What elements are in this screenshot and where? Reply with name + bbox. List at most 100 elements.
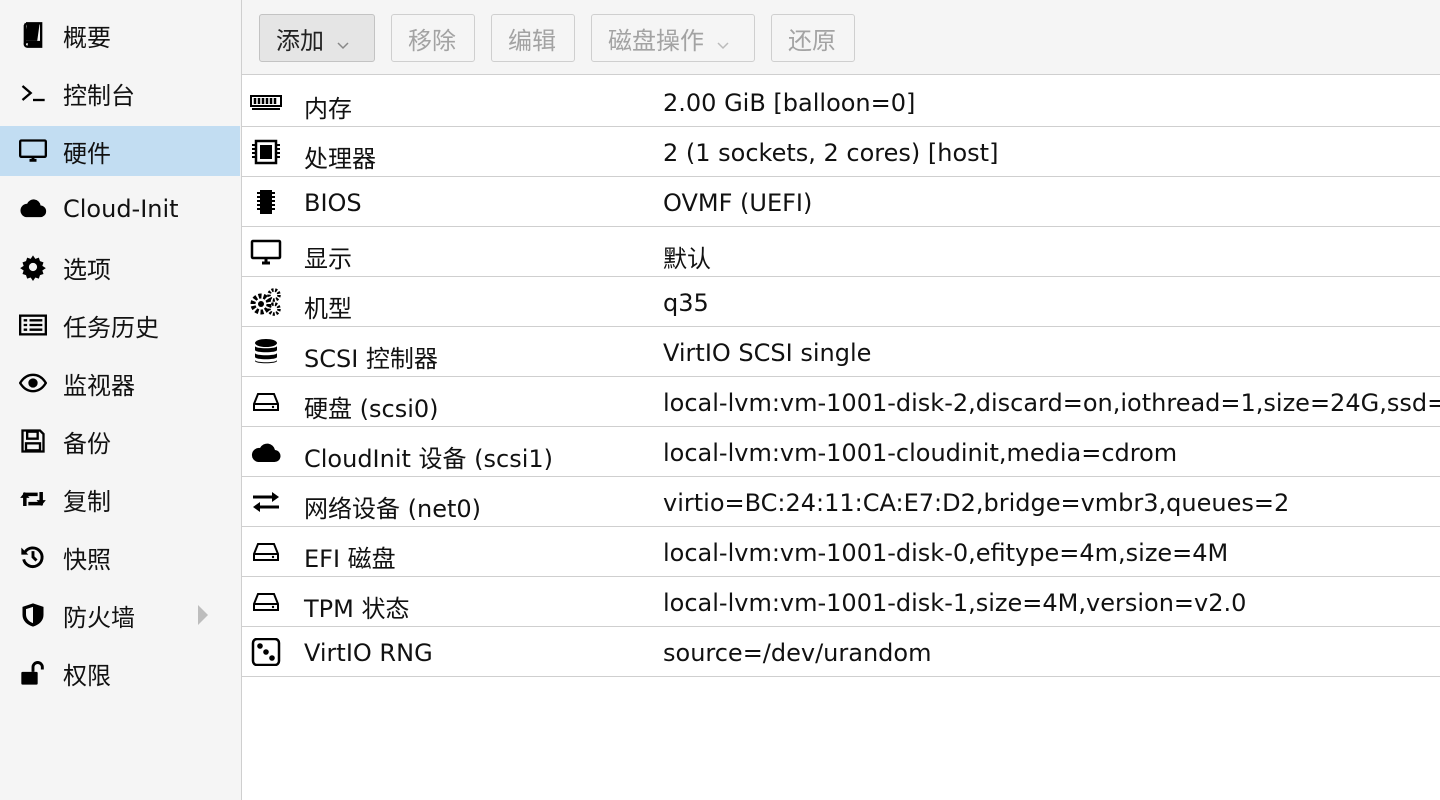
terminal-icon xyxy=(19,79,47,107)
row-value: VirtIO SCSI single xyxy=(663,339,872,367)
sidebar-item-label: 权限 xyxy=(63,661,111,690)
row-value: source=/dev/urandom xyxy=(663,639,932,667)
row-value: local-lvm:vm-1001-cloudinit,media=cdrom xyxy=(663,439,1178,467)
table-row[interactable]: 显示 默认 xyxy=(242,227,1440,277)
monitor-icon xyxy=(19,137,47,165)
sidebar-item-label: 硬件 xyxy=(63,139,111,168)
revert-button[interactable]: 还原 xyxy=(771,14,855,62)
app: 概要 控制台 硬件 Cloud-Init 选项 任务历史 监视器 备份 复制 快… xyxy=(0,0,1440,800)
retweet-icon xyxy=(19,485,47,513)
list-icon xyxy=(19,311,47,339)
sidebar-item-label: 概要 xyxy=(63,23,111,52)
chevron-down-icon xyxy=(716,31,730,50)
sidebar-item-monitor[interactable]: 监视器 xyxy=(0,358,240,408)
table-row[interactable]: CloudInit 设备 (scsi1) local-lvm:vm-1001-c… xyxy=(242,427,1440,477)
microchip-icon xyxy=(250,188,282,216)
cloud-icon xyxy=(19,195,47,223)
book-icon xyxy=(19,21,47,49)
toolbar: 添加 移除 编辑 磁盘操作 还原 xyxy=(242,0,1440,75)
sidebar-item-label: Cloud-Init xyxy=(63,195,179,223)
table-row[interactable]: VirtIO RNG source=/dev/urandom xyxy=(242,627,1440,677)
submenu-arrow-icon xyxy=(198,605,208,625)
sidebar-item-label: 防火墙 xyxy=(63,603,135,632)
sidebar-item-console[interactable]: 控制台 xyxy=(0,68,240,118)
add-button-label: 添加 xyxy=(276,26,324,55)
sidebar-item-label: 监视器 xyxy=(63,371,135,400)
table-row[interactable]: SCSI 控制器 VirtIO SCSI single xyxy=(242,327,1440,377)
chevron-down-icon xyxy=(336,31,350,50)
row-name: EFI 磁盘 xyxy=(304,545,396,573)
desktop-icon xyxy=(250,238,282,266)
database-icon xyxy=(250,338,282,366)
sidebar-item-backup[interactable]: 备份 xyxy=(0,416,240,466)
row-name: VirtIO RNG xyxy=(304,639,433,667)
row-name: 内存 xyxy=(304,95,352,123)
history-icon xyxy=(19,543,47,571)
sidebar-item-label: 任务历史 xyxy=(63,313,159,342)
sidebar-item-label: 控制台 xyxy=(63,81,135,110)
row-value: 默认 xyxy=(663,245,711,273)
add-button[interactable]: 添加 xyxy=(259,14,375,62)
row-value: OVMF (UEFI) xyxy=(663,189,813,217)
gear-icon xyxy=(19,253,47,281)
row-name: 硬盘 (scsi0) xyxy=(304,395,439,423)
row-value: local-lvm:vm-1001-disk-1,size=4M,version… xyxy=(663,589,1247,617)
row-value: q35 xyxy=(663,289,709,317)
sidebar-item-label: 选项 xyxy=(63,255,111,284)
sidebar-item-snapshots[interactable]: 快照 xyxy=(0,532,240,582)
table-row[interactable]: 处理器 2 (1 sockets, 2 cores) [host] xyxy=(242,127,1440,177)
table-row[interactable]: BIOS OVMF (UEFI) xyxy=(242,177,1440,227)
sidebar: 概要 控制台 硬件 Cloud-Init 选项 任务历史 监视器 备份 复制 快… xyxy=(0,0,242,800)
floppy-icon xyxy=(19,427,47,455)
sidebar-item-cloud-init[interactable]: Cloud-Init xyxy=(0,184,240,234)
row-value: virtio=BC:24:11:CA:E7:D2,bridge=vmbr3,qu… xyxy=(663,489,1290,517)
row-name: 处理器 xyxy=(304,145,376,173)
table-row[interactable]: EFI 磁盘 local-lvm:vm-1001-disk-0,efitype=… xyxy=(242,527,1440,577)
memory-icon xyxy=(250,88,282,116)
sidebar-item-options[interactable]: 选项 xyxy=(0,242,240,292)
row-name: 网络设备 (net0) xyxy=(304,495,482,523)
row-name: CloudInit 设备 (scsi1) xyxy=(304,445,554,473)
table-row[interactable]: TPM 状态 local-lvm:vm-1001-disk-1,size=4M,… xyxy=(242,577,1440,627)
table-row[interactable]: 网络设备 (net0) virtio=BC:24:11:CA:E7:D2,bri… xyxy=(242,477,1440,527)
remove-button-label: 移除 xyxy=(408,26,456,55)
sidebar-item-permissions[interactable]: 权限 xyxy=(0,648,240,698)
hdd-icon xyxy=(250,538,282,566)
edit-button[interactable]: 编辑 xyxy=(491,14,575,62)
row-value: 2 (1 sockets, 2 cores) [host] xyxy=(663,139,999,167)
row-name: SCSI 控制器 xyxy=(304,345,438,373)
table-row[interactable]: 机型 q35 xyxy=(242,277,1440,327)
cpu-icon xyxy=(250,138,282,166)
row-value: 2.00 GiB [balloon=0] xyxy=(663,89,916,117)
dice-icon xyxy=(250,638,282,666)
row-name: TPM 状态 xyxy=(304,595,410,623)
cloud-icon xyxy=(250,438,282,466)
unlock-icon xyxy=(19,659,47,687)
sidebar-item-task-history[interactable]: 任务历史 xyxy=(0,300,240,350)
edit-button-label: 编辑 xyxy=(508,26,556,55)
hdd-icon xyxy=(250,588,282,616)
row-name: BIOS xyxy=(304,189,362,217)
disk-action-button[interactable]: 磁盘操作 xyxy=(591,14,755,62)
sidebar-item-label: 快照 xyxy=(63,545,111,574)
hdd-icon xyxy=(250,388,282,416)
row-value: local-lvm:vm-1001-disk-0,efitype=4m,size… xyxy=(663,539,1229,567)
revert-button-label: 还原 xyxy=(788,26,836,55)
sidebar-item-firewall[interactable]: 防火墙 xyxy=(0,590,240,640)
table-row[interactable]: 硬盘 (scsi0) local-lvm:vm-1001-disk-2,disc… xyxy=(242,377,1440,427)
row-name: 显示 xyxy=(304,245,352,273)
sidebar-item-label: 备份 xyxy=(63,429,111,458)
sidebar-item-summary[interactable]: 概要 xyxy=(0,10,240,60)
shield-icon xyxy=(19,601,47,629)
exchange-icon xyxy=(250,488,282,516)
cogs-icon xyxy=(250,288,282,316)
sidebar-item-label: 复制 xyxy=(63,487,111,516)
disk-action-button-label: 磁盘操作 xyxy=(608,26,704,55)
table-row[interactable]: 内存 2.00 GiB [balloon=0] xyxy=(242,77,1440,127)
row-name: 机型 xyxy=(304,295,352,323)
remove-button[interactable]: 移除 xyxy=(391,14,475,62)
hardware-panel: 添加 移除 编辑 磁盘操作 还原 内存 2.00 GiB [balloon=0]… xyxy=(242,0,1440,800)
sidebar-item-replication[interactable]: 复制 xyxy=(0,474,240,524)
sidebar-item-hardware[interactable]: 硬件 xyxy=(0,126,240,176)
eye-icon xyxy=(19,369,47,397)
